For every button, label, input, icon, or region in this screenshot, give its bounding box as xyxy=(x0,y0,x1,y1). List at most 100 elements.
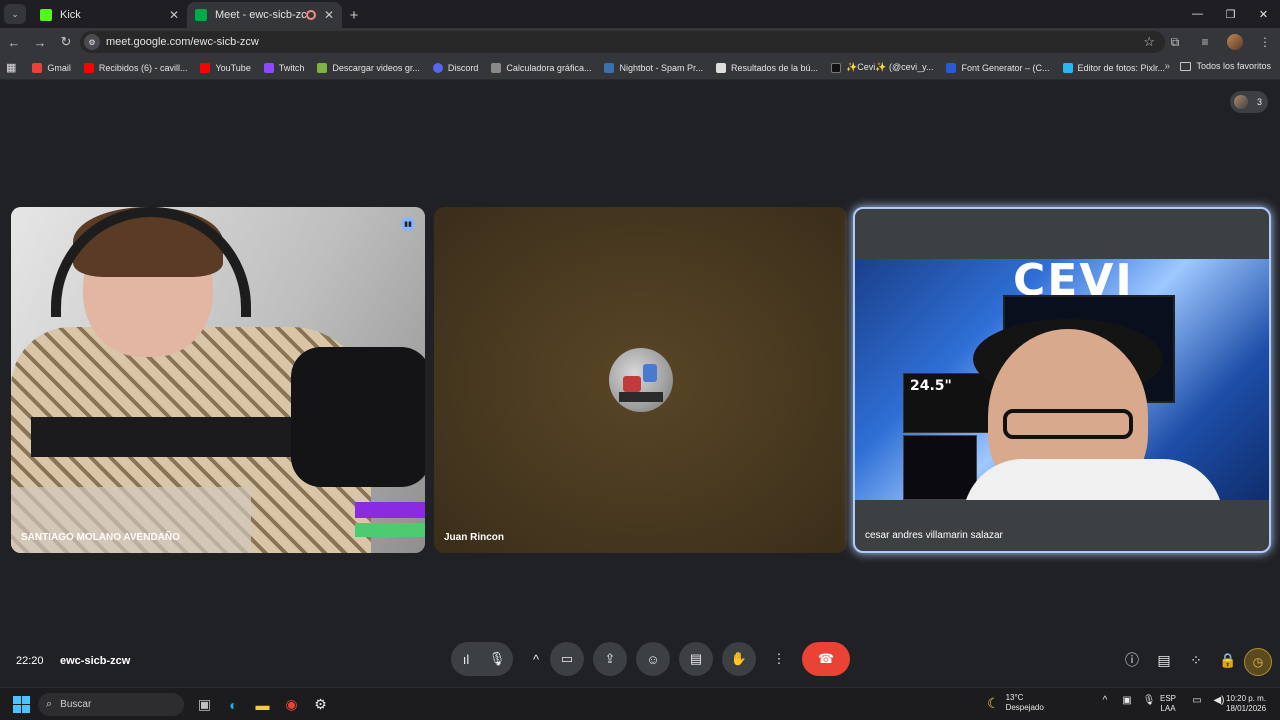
bookmark-item[interactable]: Font Generator – (C... xyxy=(946,62,1050,73)
bookmark-item[interactable]: Twitch xyxy=(263,62,304,73)
network-icon[interactable]: ▭ xyxy=(1186,695,1208,706)
bookmark-item[interactable]: Descargar videos gr... xyxy=(317,62,420,73)
media-controls-icon[interactable]: ≡ xyxy=(1190,35,1220,49)
present-screen-button[interactable]: ⇪ xyxy=(593,642,627,676)
meeting-info-icon[interactable]: ⓘ xyxy=(1116,650,1148,670)
minimize-icon[interactable]: — xyxy=(1181,0,1214,28)
emoji-reactions-button[interactable]: ☺ xyxy=(636,642,670,676)
url-text[interactable]: meet.google.com/ewc-sicb-zcw xyxy=(106,36,259,48)
bookmark-item[interactable]: Recibidos (6) - cavill... xyxy=(83,62,187,73)
participant-name: SANTIAGO MOLANO AVENDAÑO xyxy=(21,532,180,543)
close-window-icon[interactable]: ✕ xyxy=(1247,0,1280,28)
participant-name: cesar andres villamarin salazar xyxy=(865,530,1003,541)
back-icon[interactable]: ← xyxy=(2,30,26,54)
camera-button[interactable]: ▭ xyxy=(550,642,584,676)
activities-icon[interactable]: ⁘ xyxy=(1180,652,1212,669)
bookmark-favicon-icon xyxy=(604,62,615,73)
weather-widget[interactable]: ☾ 13°C Despejado xyxy=(987,693,1044,713)
chevron-up-icon[interactable]: ^ xyxy=(522,642,550,676)
chrome-icon[interactable]: ◉ xyxy=(277,693,306,716)
bookmarks-bar: ▦ Gmail Recibidos (6) - cavill... YouTub… xyxy=(0,56,1280,80)
taskbar-clock[interactable]: 10:20 p. m. 18/01/2026 xyxy=(1226,694,1266,714)
menu-icon[interactable]: ⋮ xyxy=(1250,35,1280,49)
system-tray-status: ▭ ◀) xyxy=(1186,695,1230,706)
chat-icon[interactable]: ▤ xyxy=(1148,652,1180,669)
bookmark-item[interactable]: Resultados de la bú... xyxy=(716,62,818,73)
close-tab-icon[interactable]: ✕ xyxy=(324,8,334,22)
language-indicator[interactable]: ESP LAA xyxy=(1160,694,1176,714)
toolbar-right: ⧉ ≡ ⋮ xyxy=(1160,28,1280,56)
bookmark-favicon-icon xyxy=(716,62,726,73)
bookmark-favicon-icon xyxy=(491,62,502,73)
meet-stage: 3 ▮▮ SANTIAGO MOLANO AVENDAÑO Juan Rinco… xyxy=(0,81,1280,687)
more-options-icon[interactable]: ⋮ xyxy=(765,642,793,676)
tab-kick[interactable]: Kick ✕ xyxy=(32,2,187,28)
file-explorer-icon[interactable]: ▬ xyxy=(248,693,277,716)
tray-app-icon[interactable]: ▣ xyxy=(1116,695,1138,706)
participant-count: 3 xyxy=(1256,97,1262,107)
close-tab-icon[interactable]: ✕ xyxy=(169,8,179,22)
windows-start-icon[interactable] xyxy=(13,696,30,713)
bookmark-item[interactable]: Editor de fotos: Pixlr... xyxy=(1062,62,1165,73)
video-light-bar xyxy=(355,502,425,518)
chevron-down-icon: ⌄ xyxy=(11,8,19,19)
bookmark-item[interactable]: Calculadora gráfica... xyxy=(491,62,591,73)
participant-tile[interactable]: Juan Rincon xyxy=(434,207,847,553)
folder-icon xyxy=(1180,61,1192,71)
bookmark-item[interactable]: Discord xyxy=(432,62,478,73)
restore-icon[interactable]: ❐ xyxy=(1214,0,1247,28)
all-bookmarks-button[interactable]: Todos los favoritos xyxy=(1180,61,1271,71)
captions-button[interactable]: ▤ xyxy=(679,642,713,676)
participant-avatar xyxy=(1234,95,1248,109)
recording-icon xyxy=(305,10,316,20)
site-info-icon[interactable]: ⚙ xyxy=(84,34,100,50)
bookmark-item[interactable]: Nightbot - Spam Pr... xyxy=(604,62,703,73)
edge-icon[interactable]: ◐ xyxy=(219,693,248,716)
tab-meet[interactable]: Meet - ewc-sicb-zcw ✕ xyxy=(187,2,342,28)
leave-call-button[interactable]: ☎ xyxy=(802,642,850,676)
host-controls-icon[interactable]: 🔒 xyxy=(1212,652,1244,669)
reload-icon[interactable]: ↻ xyxy=(54,30,78,54)
bookmark-favicon-icon xyxy=(1062,62,1073,73)
microphone-button[interactable]: 🎙 xyxy=(481,642,513,676)
forward-icon[interactable]: → xyxy=(28,30,52,54)
system-tray: ^ ▣ 🎙 xyxy=(1094,695,1160,706)
apps-icon[interactable]: ▦ xyxy=(6,61,16,74)
tab-search-button[interactable]: ⌄ xyxy=(4,4,26,24)
chevron-up-icon[interactable]: ^ xyxy=(1094,695,1116,706)
tab-strip: ⌄ Kick ✕ Meet - ewc-sicb-zcw ✕ + — ❐ ✕ xyxy=(0,0,1280,28)
weather-temp: 13°C xyxy=(1005,693,1024,702)
bookmark-favicon-icon xyxy=(263,62,274,73)
bookmark-item[interactable]: Gmail xyxy=(32,62,71,73)
participants-button[interactable]: 3 xyxy=(1230,91,1268,113)
raise-hand-button[interactable]: ✋ xyxy=(722,642,756,676)
taskbar-search[interactable]: ⌕ Buscar xyxy=(38,693,184,716)
audio-level-icon[interactable]: ıl xyxy=(451,642,481,676)
bookmark-star-icon[interactable]: ☆ xyxy=(1143,34,1155,50)
address-bar[interactable]: ⚙ meet.google.com/ewc-sicb-zcw ☆ xyxy=(80,31,1165,53)
window-controls: — ❐ ✕ xyxy=(1181,0,1280,28)
participant-tile-active-speaker[interactable]: CEVI 24.5" cesar andres villamarin salaz… xyxy=(853,207,1271,553)
participant-tile[interactable]: ▮▮ SANTIAGO MOLANO AVENDAÑO xyxy=(11,207,425,553)
new-tab-button[interactable]: + xyxy=(342,4,366,26)
more-bookmarks-icon[interactable]: » xyxy=(1164,61,1170,72)
timer-icon[interactable]: ◷ xyxy=(1244,648,1272,676)
browser-toolbar: ← → ↻ ⚙ meet.google.com/ewc-sicb-zcw ☆ ⧉… xyxy=(0,28,1280,56)
kick-favicon-icon xyxy=(40,9,52,21)
bookmark-favicon-icon xyxy=(432,62,443,73)
microphone-tray-icon[interactable]: 🎙 xyxy=(1138,695,1160,706)
bookmark-favicon-icon xyxy=(32,62,43,73)
participant-avatar xyxy=(609,348,673,412)
bookmark-favicon-icon xyxy=(317,62,328,73)
bookmark-favicon-icon xyxy=(200,62,211,73)
bookmark-item[interactable]: ✨Cevi✨ (@cevi_y... xyxy=(831,62,933,73)
video-person-shirt xyxy=(963,459,1223,500)
bookmark-item[interactable]: YouTube xyxy=(200,62,251,73)
meeting-code: ewc-sicb-zcw xyxy=(60,655,131,667)
extensions-icon[interactable]: ⧉ xyxy=(1160,35,1190,50)
bookmark-favicon-icon xyxy=(83,62,94,73)
tab-title: Meet - ewc-sicb-zcw xyxy=(215,9,306,21)
app-icon[interactable]: ⚙ xyxy=(306,693,335,716)
profile-avatar[interactable] xyxy=(1220,34,1250,50)
task-view-icon[interactable]: ▣ xyxy=(190,693,219,716)
